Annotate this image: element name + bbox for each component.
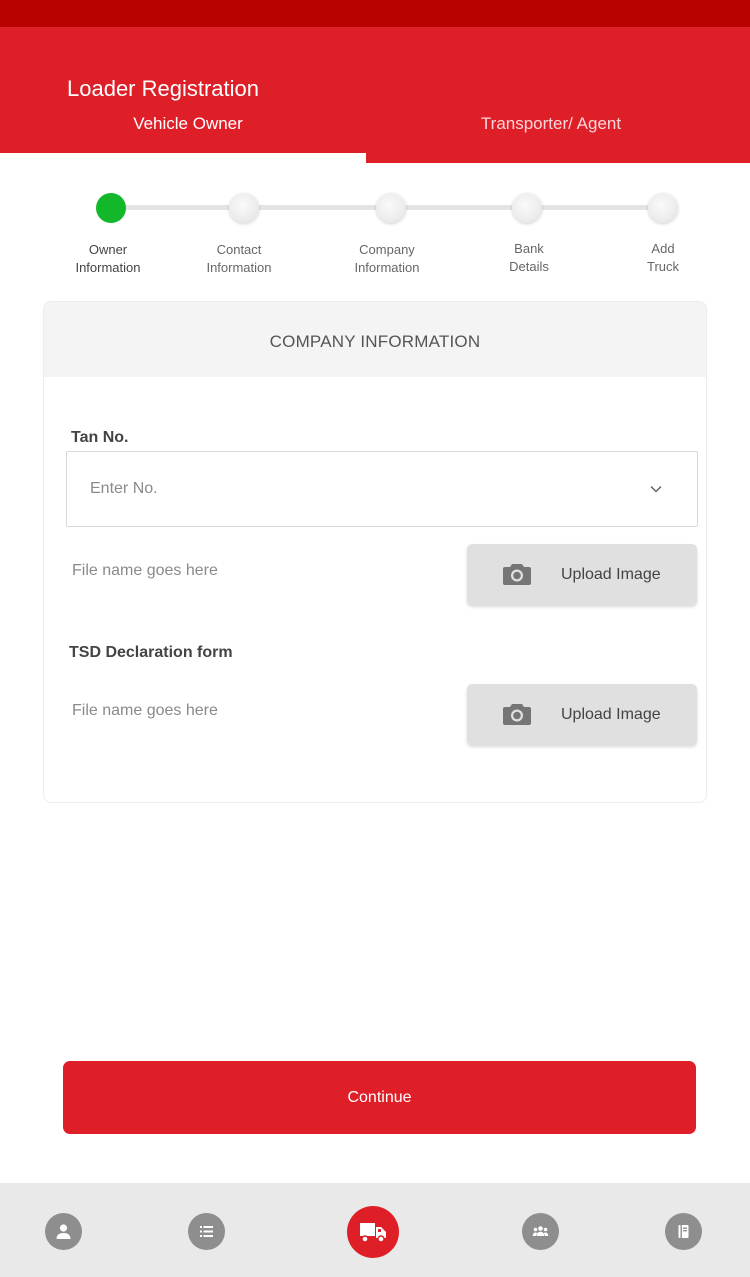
chevron-down-icon[interactable] [649, 482, 663, 496]
nav-book-button[interactable] [665, 1213, 702, 1250]
card-header: COMPANY INFORMATION [44, 302, 706, 377]
group-icon [532, 1226, 549, 1236]
step-add-truck-dot[interactable] [648, 193, 678, 223]
book-icon [678, 1225, 689, 1238]
upload-image-label: Upload Image [561, 706, 661, 723]
person-icon [56, 1224, 71, 1239]
tab-transporter-agent[interactable]: Transporter/ Agent [366, 114, 736, 134]
page-title: Loader Registration [67, 76, 260, 101]
step-bank-details-dot[interactable] [512, 193, 542, 223]
tan-no-field[interactable] [66, 451, 698, 527]
step-company-information-dot[interactable] [376, 193, 406, 223]
step-owner-information-dot[interactable] [96, 193, 126, 223]
tsd-file-name: File name goes here [72, 702, 218, 719]
card-title: COMPANY INFORMATION [269, 332, 481, 351]
nav-group-button[interactable] [522, 1213, 559, 1250]
nav-truck-button[interactable] [347, 1206, 399, 1258]
nav-list-button[interactable] [188, 1213, 225, 1250]
status-bar [0, 0, 750, 27]
step-owner-information-label: Owner Information [75, 242, 141, 275]
upload-image-label: Upload Image [561, 566, 661, 583]
tsd-upload-image-button[interactable]: Upload Image [467, 684, 697, 745]
truck-icon [360, 1223, 386, 1243]
step-contact-information-label: Contact Information [206, 242, 272, 275]
bottom-navigation [0, 1183, 750, 1277]
tan-no-label: Tan No. [71, 429, 129, 446]
camera-icon [503, 704, 531, 725]
nav-profile-button[interactable] [45, 1213, 82, 1250]
active-tab-indicator [0, 153, 366, 163]
tan-upload-image-button[interactable]: Upload Image [467, 544, 697, 605]
list-icon [200, 1226, 213, 1237]
continue-button[interactable]: Continue [63, 1061, 696, 1134]
app-bar: Loader Registration [0, 27, 750, 163]
tab-vehicle-owner[interactable]: Vehicle Owner [0, 114, 376, 134]
step-bank-details-label: Bank Details [509, 241, 549, 274]
tan-file-name: File name goes here [72, 562, 218, 579]
step-contact-information-dot[interactable] [229, 193, 259, 223]
step-add-truck-label: Add Truck [646, 241, 680, 274]
tan-no-input[interactable] [90, 476, 610, 502]
camera-icon [503, 564, 531, 585]
tsd-declaration-label: TSD Declaration form [69, 644, 233, 661]
step-company-information-label: Company Information [354, 242, 420, 275]
